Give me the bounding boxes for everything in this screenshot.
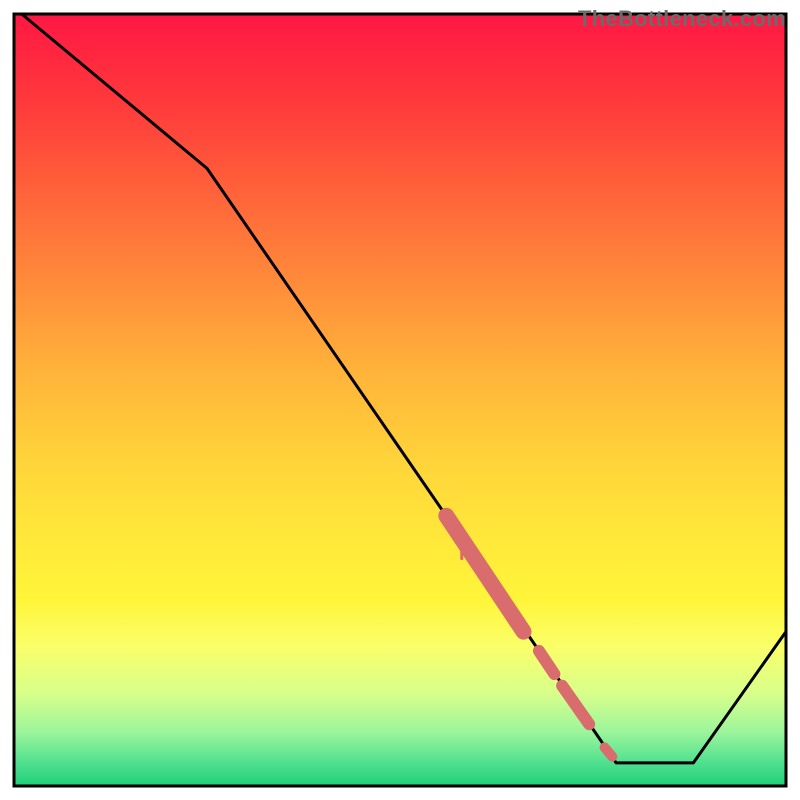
bottleneck-chart: TheBottleneck.com [0,0,800,800]
chart-svg [0,0,800,800]
highlight-segment [605,747,613,756]
plot-background [14,14,786,786]
